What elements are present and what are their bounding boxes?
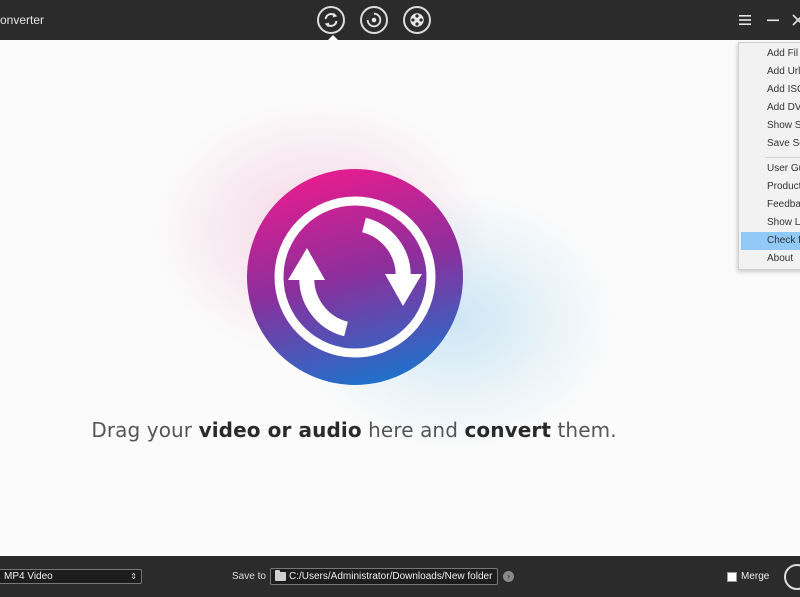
- close-button[interactable]: [788, 10, 800, 30]
- app-title: onverter: [0, 13, 45, 27]
- folder-icon: [275, 570, 286, 581]
- arrow-right-icon: ›: [507, 571, 510, 581]
- close-icon: [792, 14, 800, 26]
- run-convert-button[interactable]: [784, 564, 800, 590]
- drop-hint-text: Drag your video or audio here and conver…: [91, 418, 617, 442]
- minimize-icon: [767, 19, 779, 22]
- menu-item-about[interactable]: About: [741, 250, 800, 268]
- drop-area[interactable]: Drag your video or audio here and conver…: [0, 40, 800, 556]
- menu-item-add-dvd[interactable]: Add DV: [741, 99, 800, 117]
- browse-folder-button[interactable]: ›: [503, 571, 514, 582]
- tab-burn[interactable]: [360, 6, 388, 34]
- menu-item-show-log[interactable]: Show Lo: [741, 214, 800, 232]
- save-to-label: Save to: [232, 571, 266, 582]
- bottom-bar: MP4 Video ⇕ Save to C:/Users/Administrat…: [0, 556, 800, 597]
- menu-item-add-url[interactable]: Add Url: [741, 63, 800, 81]
- menu-item-user-guide[interactable]: User Gu: [741, 160, 800, 178]
- convert-circle-icon[interactable]: [246, 168, 464, 386]
- save-path-field[interactable]: C:/Users/Administrator/Downloads/New fol…: [270, 568, 498, 585]
- main-menu: Add Fil Add Url Add ISO Add DV Show Sc S…: [738, 42, 800, 270]
- menu-item-product[interactable]: Product: [741, 178, 800, 196]
- menu-item-show-screen[interactable]: Show Sc: [741, 117, 800, 135]
- menu-item-add-iso[interactable]: Add ISO: [741, 81, 800, 99]
- title-bar: onverter: [0, 0, 800, 40]
- merge-label: Merge: [741, 571, 770, 582]
- menu-item-save-screen[interactable]: Save Sc: [741, 135, 800, 153]
- select-arrows-icon: ⇕: [130, 572, 137, 581]
- output-format-value: MP4 Video: [4, 571, 53, 582]
- menu-item-feedback[interactable]: Feedbac: [741, 196, 800, 214]
- film-reel-icon: [410, 13, 424, 27]
- disc-icon: [366, 12, 382, 28]
- menu-item-add-files[interactable]: Add Fil: [741, 45, 800, 63]
- tab-toolbox[interactable]: [403, 6, 431, 34]
- merge-checkbox[interactable]: [727, 572, 737, 582]
- save-path-value: C:/Users/Administrator/Downloads/New fol…: [289, 571, 493, 582]
- menu-divider: [765, 157, 800, 158]
- menu-icon: [739, 15, 751, 25]
- tab-convert[interactable]: [317, 6, 345, 40]
- convert-arrows-icon: [324, 12, 338, 28]
- output-format-select[interactable]: MP4 Video ⇕: [0, 569, 142, 584]
- minimize-button[interactable]: [763, 10, 783, 30]
- menu-item-check-update[interactable]: Check f: [741, 232, 800, 250]
- menu-button[interactable]: [735, 10, 755, 30]
